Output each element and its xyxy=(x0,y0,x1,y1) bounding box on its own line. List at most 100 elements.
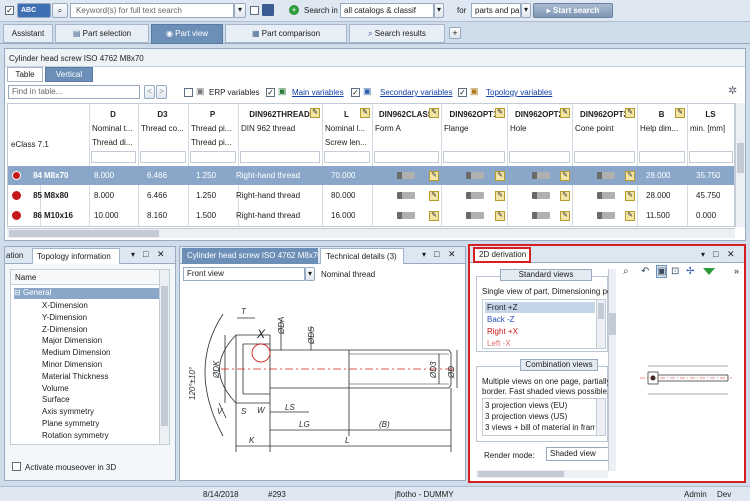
catalog-dropdown-button[interactable]: ▾ xyxy=(434,3,444,18)
tree-item[interactable]: Major Dimension xyxy=(42,336,102,345)
add-tab-button[interactable]: + xyxy=(449,27,461,39)
topology-variables-link[interactable]: Topology variables xyxy=(486,88,552,97)
tree-item[interactable]: Rotation symmetry xyxy=(42,431,109,440)
topology-close-icon[interactable]: ✕ xyxy=(157,249,165,260)
column-filter-input[interactable] xyxy=(140,151,186,163)
zoom-fit-icon[interactable]: ▣ xyxy=(656,265,668,278)
tab-topology-information[interactable]: Topology information xyxy=(32,248,120,264)
column-header-code[interactable]: D3 xyxy=(139,110,186,119)
tree-item[interactable]: Medium Dimension xyxy=(42,348,110,357)
edit-pencil-icon[interactable]: ✎ xyxy=(675,108,685,118)
tree-scroll-thumb[interactable] xyxy=(161,286,168,426)
derivation-scroll-thumb[interactable] xyxy=(609,313,616,335)
derivation-maximize-icon[interactable]: □ xyxy=(713,249,718,259)
edit-pencil-icon[interactable]: ✎ xyxy=(429,108,439,118)
catalog-select[interactable]: all catalogs & classif xyxy=(340,3,434,18)
tab-part-view[interactable]: ◉ Part view xyxy=(151,24,223,44)
book-checkbox[interactable] xyxy=(250,6,259,15)
abc-button[interactable]: ABC xyxy=(17,3,51,18)
combo-list-scrollbar[interactable] xyxy=(596,399,605,435)
derivation-close-icon[interactable]: ✕ xyxy=(727,249,735,260)
tree-item[interactable]: Z-Dimension xyxy=(42,325,87,334)
expand-icon[interactable]: » xyxy=(734,266,739,276)
view-item-back[interactable]: Back -Z xyxy=(485,314,595,325)
column-filter-input[interactable] xyxy=(639,151,685,163)
column-header-code[interactable]: P xyxy=(189,110,236,119)
drawing-menu-icon[interactable]: ▾ xyxy=(422,250,426,259)
column-filter-input[interactable] xyxy=(91,151,136,163)
secondary-variables-link[interactable]: Secondary variables xyxy=(380,88,452,97)
table-horizontal-scrollbar[interactable] xyxy=(7,228,735,238)
derivation-hscroll-thumb[interactable] xyxy=(478,471,564,477)
tree-item[interactable]: Y-Dimension xyxy=(42,313,87,322)
column-filter-input[interactable] xyxy=(240,151,320,163)
pan-icon[interactable]: ✢ xyxy=(686,266,694,277)
drawing-close-icon[interactable]: ✕ xyxy=(448,249,456,260)
table-scroll-thumb[interactable] xyxy=(737,143,744,173)
view-item-front[interactable]: Front +Z xyxy=(485,302,595,313)
main-variables-link[interactable]: Main variables xyxy=(292,88,344,97)
topology-maximize-icon[interactable]: □ xyxy=(143,249,148,259)
views-scroll-thumb[interactable] xyxy=(598,303,604,319)
secondary-variables-checkbox[interactable]: ✓ xyxy=(351,88,360,97)
edit-pencil-icon[interactable]: ✎ xyxy=(625,108,635,118)
tree-item[interactable]: X-Dimension xyxy=(42,301,88,310)
tab-technical-details[interactable]: Technical details (3) xyxy=(320,248,404,264)
combo-item[interactable]: 3 projection views (US) xyxy=(485,411,567,422)
undo-icon[interactable]: ↶ xyxy=(641,266,649,277)
column-header-code[interactable]: D xyxy=(90,110,136,119)
combo-item[interactable]: 3 views + bill of material in frame (A xyxy=(485,422,595,433)
tab-2d-derivation[interactable]: 2D derivation xyxy=(473,247,531,263)
search-dropdown-button[interactable]: ▾ xyxy=(234,3,246,18)
main-variables-checkbox[interactable]: ✓ xyxy=(266,88,275,97)
edit-pencil-icon[interactable]: ✎ xyxy=(360,108,370,118)
row-edit-pencil-icon[interactable]: ✎ xyxy=(560,191,570,201)
column-filter-input[interactable] xyxy=(509,151,570,163)
for-select[interactable]: parts and pa xyxy=(471,3,521,18)
derivation-settings-scrollbar[interactable] xyxy=(608,269,616,471)
derivation-menu-icon[interactable]: ▾ xyxy=(701,250,705,259)
select-checkbox[interactable]: ✓ xyxy=(5,6,14,15)
table-vertical-scrollbar[interactable] xyxy=(735,103,745,227)
column-header-code[interactable]: DIN962THREAD xyxy=(239,110,320,119)
erp-checkbox[interactable] xyxy=(184,88,193,97)
row-edit-pencil-icon[interactable]: ✎ xyxy=(495,191,505,201)
views-list-scrollbar[interactable] xyxy=(596,300,605,348)
tab-drawing-part[interactable]: Cylinder head screw ISO 4762 M8x70 xyxy=(182,248,318,264)
dropdown-arrow-icon[interactable] xyxy=(703,268,715,275)
search-input[interactable]: Keyword(s) for full text search xyxy=(70,3,234,18)
tree-item[interactable]: Plane symmetry xyxy=(42,419,99,428)
tab-part-comparison[interactable]: ▦ Part comparison xyxy=(225,24,347,43)
for-dropdown-button[interactable]: ▾ xyxy=(521,3,531,18)
row-edit-pencil-icon[interactable]: ✎ xyxy=(625,171,635,181)
column-filter-input[interactable] xyxy=(190,151,236,163)
binoculars-icon[interactable]: ⌕ xyxy=(52,3,68,18)
subtab-vertical[interactable]: Vertical xyxy=(45,67,93,82)
combo-item[interactable]: 3 projection views (EU) xyxy=(485,400,567,411)
mouseover-checkbox[interactable] xyxy=(12,462,21,471)
subtab-table[interactable]: Table xyxy=(7,67,43,82)
start-search-button[interactable]: ▸ Start search xyxy=(533,3,613,18)
find-in-table-input[interactable]: Find in table... xyxy=(8,85,140,99)
edit-pencil-icon[interactable]: ✎ xyxy=(310,108,320,118)
derivation-hscrollbar[interactable] xyxy=(476,470,608,478)
edit-pencil-icon[interactable]: ✎ xyxy=(560,108,570,118)
column-header-code[interactable]: LS xyxy=(688,110,733,119)
tree-item[interactable]: Material Thickness xyxy=(42,372,109,381)
column-filter-input[interactable] xyxy=(443,151,505,163)
column-filter-input[interactable] xyxy=(374,151,439,163)
add-icon[interactable]: + xyxy=(289,5,299,15)
column-filter-input[interactable] xyxy=(324,151,370,163)
book-icon[interactable] xyxy=(262,4,274,16)
render-mode-select[interactable]: Shaded view xyxy=(546,447,610,461)
view-select[interactable]: Front view xyxy=(183,267,305,281)
tab-search-results[interactable]: ⌕ Search results xyxy=(349,24,445,43)
row-edit-pencil-icon[interactable]: ✎ xyxy=(560,171,570,181)
row-edit-pencil-icon[interactable]: ✎ xyxy=(495,211,505,221)
find-next-button[interactable]: > xyxy=(156,85,167,99)
tab-part-selection[interactable]: ▤ Part selection xyxy=(55,24,149,43)
column-filter-input[interactable] xyxy=(574,151,635,163)
row-edit-pencil-icon[interactable]: ✎ xyxy=(625,211,635,221)
zoom-icon[interactable]: ⌕ xyxy=(623,266,629,277)
topology-variables-checkbox[interactable]: ✓ xyxy=(458,88,467,97)
